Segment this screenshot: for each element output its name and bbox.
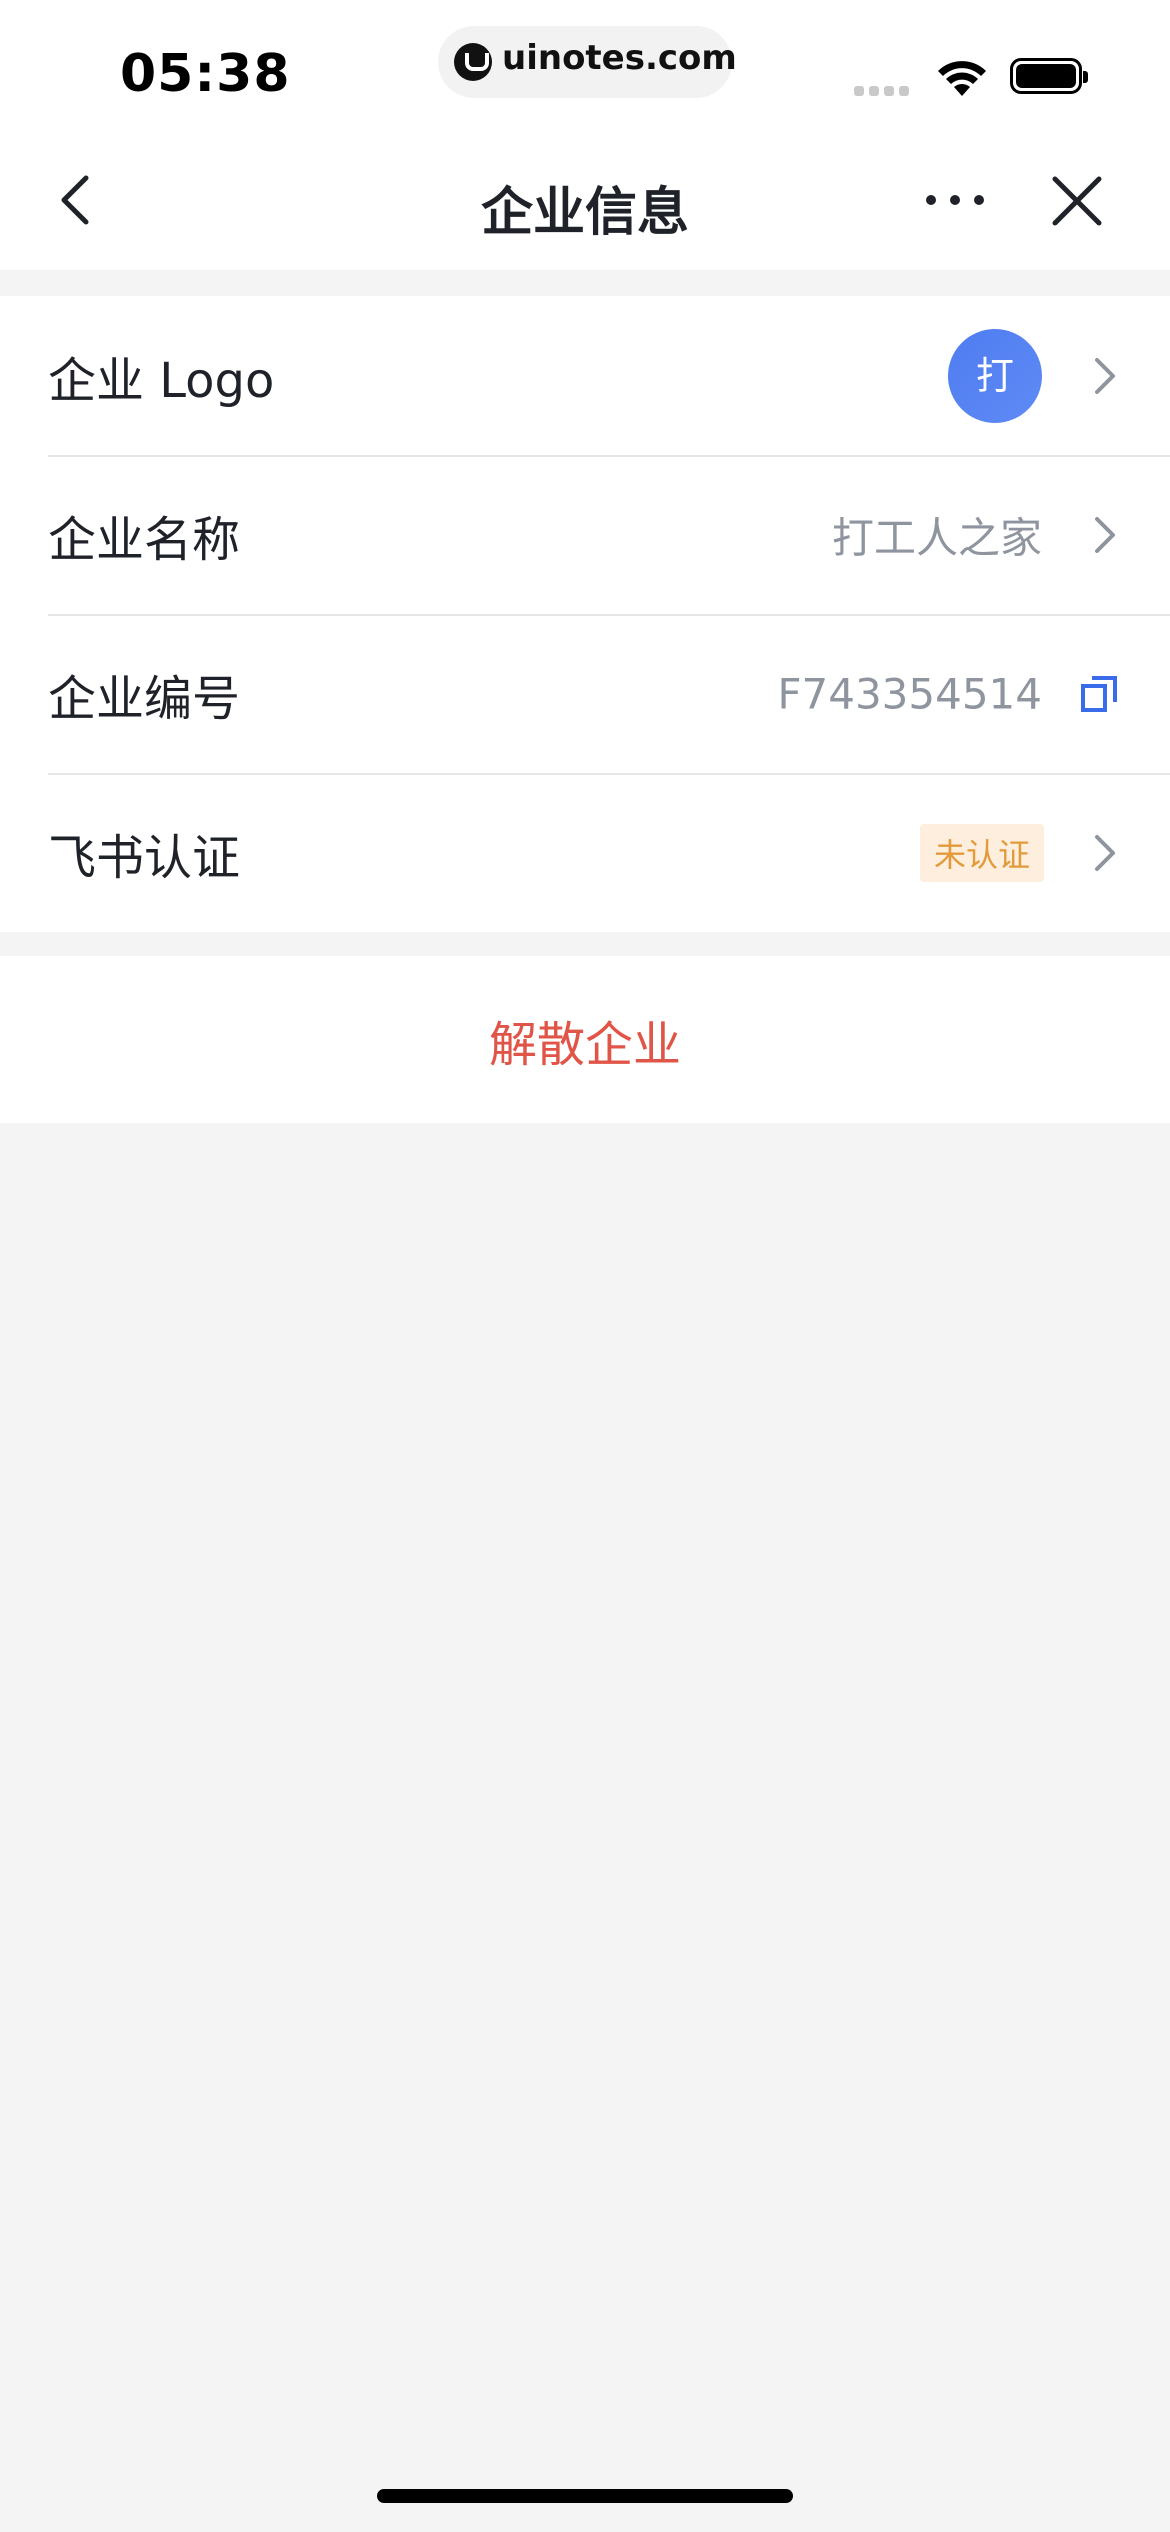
status-bar: 05:38 uinotes.com (0, 0, 1170, 130)
nav-bar: 企业信息 (0, 130, 1170, 270)
company-name-value: 打工人之家 (831, 513, 1042, 562)
close-icon[interactable] (1050, 174, 1104, 228)
wifi-icon (938, 61, 986, 96)
home-indicator (377, 2489, 793, 2503)
status-badge: 未认证 (919, 823, 1044, 882)
company-id-row: 企业编号 F743354514 (0, 614, 1170, 773)
company-info-list: 企业 Logo 打 企业名称 打工人之家 企业编号 F743354514 飞书认… (0, 296, 1170, 932)
company-logo-avatar: 打 (948, 328, 1042, 423)
chevron-right-icon (1095, 516, 1115, 553)
dissolve-company-button[interactable]: 解散企业 (0, 1005, 1170, 1075)
status-time: 05:38 (120, 44, 291, 104)
copy-icon[interactable] (1080, 675, 1118, 713)
row-label: 企业编号 (48, 670, 241, 727)
company-name-row[interactable]: 企业名称 打工人之家 (0, 455, 1170, 614)
chevron-right-icon (1095, 834, 1115, 871)
feishu-verification-row[interactable]: 飞书认证 未认证 (0, 773, 1170, 932)
more-icon[interactable] (922, 176, 988, 224)
company-id-value: F743354514 (777, 669, 1042, 718)
row-label: 飞书认证 (48, 829, 241, 886)
chevron-right-icon (1095, 357, 1115, 394)
url-pill[interactable]: uinotes.com (438, 26, 737, 98)
dissolve-section: 解散企业 (0, 956, 1170, 1123)
page-title: 企业信息 (480, 183, 689, 243)
row-label: 企业名称 (48, 511, 241, 568)
row-label: 企业 Logo (48, 352, 275, 409)
company-logo-row[interactable]: 企业 Logo 打 (0, 296, 1170, 455)
site-logo-icon (454, 43, 492, 81)
url-text: uinotes.com (502, 38, 737, 78)
cellular-signal-icon (854, 86, 909, 96)
battery-icon (1010, 58, 1088, 94)
